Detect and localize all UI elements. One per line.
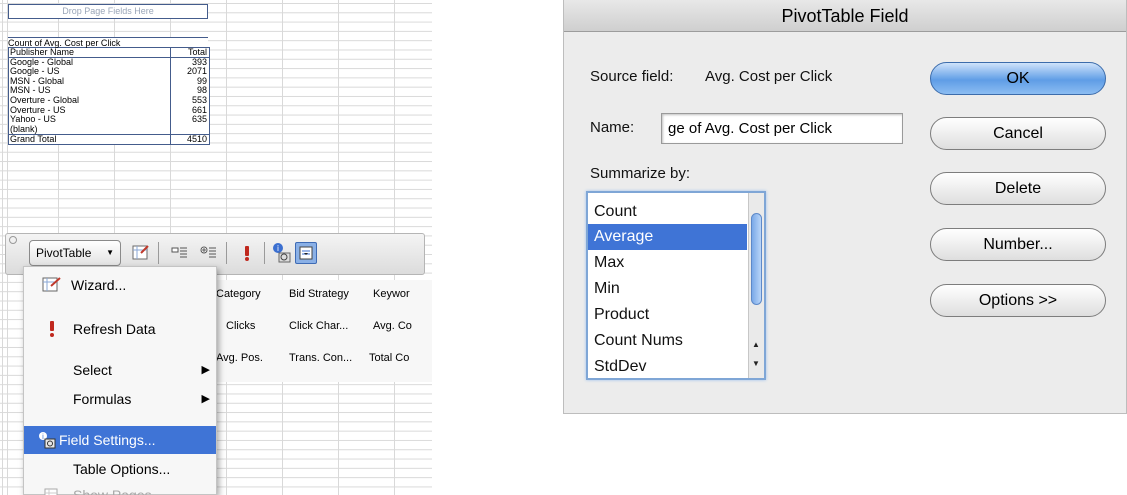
menu-item-table-options[interactable]: Table Options... <box>24 455 216 483</box>
summarize-by-list[interactable]: Count Average Max Min Product Count Nums… <box>586 191 766 380</box>
table-row[interactable]: MSN - US 98 <box>9 86 209 96</box>
scrollbar-thumb[interactable] <box>751 213 762 305</box>
pivot-table-body: Publisher Name Total Google - Global 393 … <box>8 47 210 145</box>
toolbar-separator <box>226 242 227 264</box>
row-label: (blank) <box>9 124 171 135</box>
field-button-avg-pos[interactable]: Avg. Pos. <box>216 352 263 364</box>
table-row[interactable]: Google - US 2071 <box>9 67 209 77</box>
table-row[interactable]: (blank) <box>9 124 209 135</box>
menu-item-select[interactable]: Select ▶ <box>24 356 216 384</box>
submenu-arrow-icon: ▶ <box>201 393 210 405</box>
source-field-label: Source field: <box>590 68 674 85</box>
table-row[interactable]: Google - Global 393 <box>9 57 209 68</box>
list-item-selected[interactable]: Average <box>588 224 747 250</box>
close-icon[interactable] <box>9 236 17 244</box>
field-list-icon[interactable] <box>295 242 317 264</box>
name-field[interactable]: ge of Avg. Cost per Click <box>661 113 903 144</box>
data-field-label[interactable]: Count of Avg. Cost per Click <box>8 37 208 48</box>
pivottable-menu-button[interactable]: PivotTable ▼ <box>29 240 121 266</box>
dialog-title: PivotTable Field <box>564 0 1126 32</box>
refresh-exclamation-icon[interactable] <box>236 242 258 264</box>
menu-item-label: Field Settings... <box>59 432 156 448</box>
menu-item-wizard[interactable]: Wizard... <box>24 271 216 299</box>
options-button[interactable]: Options >> <box>930 284 1106 317</box>
table-row[interactable]: Yahoo - US 635 <box>9 115 209 125</box>
pivot-field-list: Category Bid Strategy Keywor Clicks Clic… <box>212 280 432 382</box>
pivottable-menu-label: PivotTable <box>36 246 92 260</box>
drop-page-fields-area[interactable]: Drop Page Fields Here <box>8 4 208 19</box>
field-button-trans-con[interactable]: Trans. Con... <box>289 352 352 364</box>
grand-total-label: Grand Total <box>9 135 171 144</box>
field-button-avg-co[interactable]: Avg. Co <box>373 320 412 332</box>
row-field-header[interactable]: Publisher Name <box>9 48 171 57</box>
svg-text:i: i <box>277 244 279 253</box>
row-label: MSN - Global <box>9 76 171 87</box>
field-button-category[interactable]: Category <box>216 288 261 300</box>
format-report-icon[interactable] <box>130 242 152 264</box>
list-item[interactable]: Count Nums <box>588 328 747 354</box>
list-item[interactable]: Product <box>588 302 747 328</box>
field-settings-icon: i <box>38 431 58 449</box>
ok-button[interactable]: OK <box>930 62 1106 95</box>
menu-item-show-pages: Show Pages... <box>24 481 216 495</box>
toolbar-separator <box>158 242 159 264</box>
field-button-keyword[interactable]: Keywor <box>373 288 410 300</box>
menu-item-label: Wizard... <box>71 277 127 293</box>
menu-item-label: Refresh Data <box>73 321 156 337</box>
field-button-bid-strategy[interactable]: Bid Strategy <box>289 288 349 300</box>
pivottable-dropdown-menu: Wizard... Refresh Data Select ▶ Formulas… <box>23 266 217 495</box>
show-detail-icon[interactable] <box>198 242 220 264</box>
wizard-icon <box>42 276 62 294</box>
cancel-button[interactable]: Cancel <box>930 117 1106 150</box>
menu-item-field-settings[interactable]: i Field Settings... <box>24 426 216 454</box>
row-label: Yahoo - US <box>9 115 171 125</box>
svg-text:i: i <box>42 433 44 441</box>
field-button-click-char[interactable]: Click Char... <box>289 320 348 332</box>
scroll-up-icon[interactable]: ▲ <box>752 340 760 349</box>
grand-total-value: 4510 <box>186 134 207 145</box>
total-header: Total <box>187 47 207 57</box>
row-value: 635 <box>191 114 207 125</box>
list-item[interactable]: Count <box>588 199 747 225</box>
number-format-button[interactable]: Number... <box>930 228 1106 261</box>
list-scrollbar[interactable]: ▲ ▼ <box>748 193 764 378</box>
scroll-down-icon[interactable]: ▼ <box>752 359 760 368</box>
row-label: Google - US <box>9 67 171 77</box>
field-button-clicks[interactable]: Clicks <box>226 320 255 332</box>
exclamation-icon <box>42 320 62 338</box>
list-item[interactable]: StdDev <box>588 354 747 378</box>
name-label: Name: <box>590 119 635 136</box>
toolbar-separator <box>264 242 265 264</box>
grand-total-row[interactable]: Grand Total 4510 <box>9 134 209 144</box>
source-field-value: Avg. Cost per Click <box>705 68 833 85</box>
row-label: Overture - US <box>9 105 171 116</box>
menu-item-label: Table Options... <box>73 461 171 477</box>
menu-item-formulas[interactable]: Formulas ▶ <box>24 385 216 413</box>
row-label: Google - Global <box>9 57 171 68</box>
field-button-total-co[interactable]: Total Co <box>369 352 409 364</box>
menu-item-label: Show Pages... <box>73 487 164 495</box>
menu-item-refresh-data[interactable]: Refresh Data <box>24 315 216 343</box>
submenu-arrow-icon: ▶ <box>201 364 210 376</box>
menu-item-label: Select <box>73 362 112 378</box>
hide-detail-icon[interactable] <box>169 242 191 264</box>
row-label: MSN - US <box>9 86 171 96</box>
triangle-down-icon: ▼ <box>106 248 114 257</box>
table-row[interactable]: Overture - US 661 <box>9 105 209 116</box>
pivot-table: Count of Avg. Cost per Click Publisher N… <box>8 37 210 145</box>
row-value <box>171 125 209 135</box>
delete-button[interactable]: Delete <box>930 172 1106 205</box>
pivot-header-row: Publisher Name Total <box>9 47 209 58</box>
row-label: Overture - Global <box>9 95 171 106</box>
spreadsheet-grid: Drop Page Fields Here Count of Avg. Cost… <box>0 0 432 495</box>
table-row[interactable]: MSN - Global 99 <box>9 76 209 87</box>
table-row[interactable]: Overture - Global 553 <box>9 95 209 106</box>
menu-item-label: Formulas <box>73 391 132 407</box>
list-item[interactable]: Min <box>588 276 747 302</box>
field-settings-icon[interactable]: i <box>271 242 293 264</box>
summarize-by-label: Summarize by: <box>590 165 691 182</box>
pivottable-field-dialog: PivotTable Field Source field: Avg. Cost… <box>563 0 1127 414</box>
list-item[interactable]: Max <box>588 250 747 276</box>
show-pages-icon <box>42 486 62 495</box>
